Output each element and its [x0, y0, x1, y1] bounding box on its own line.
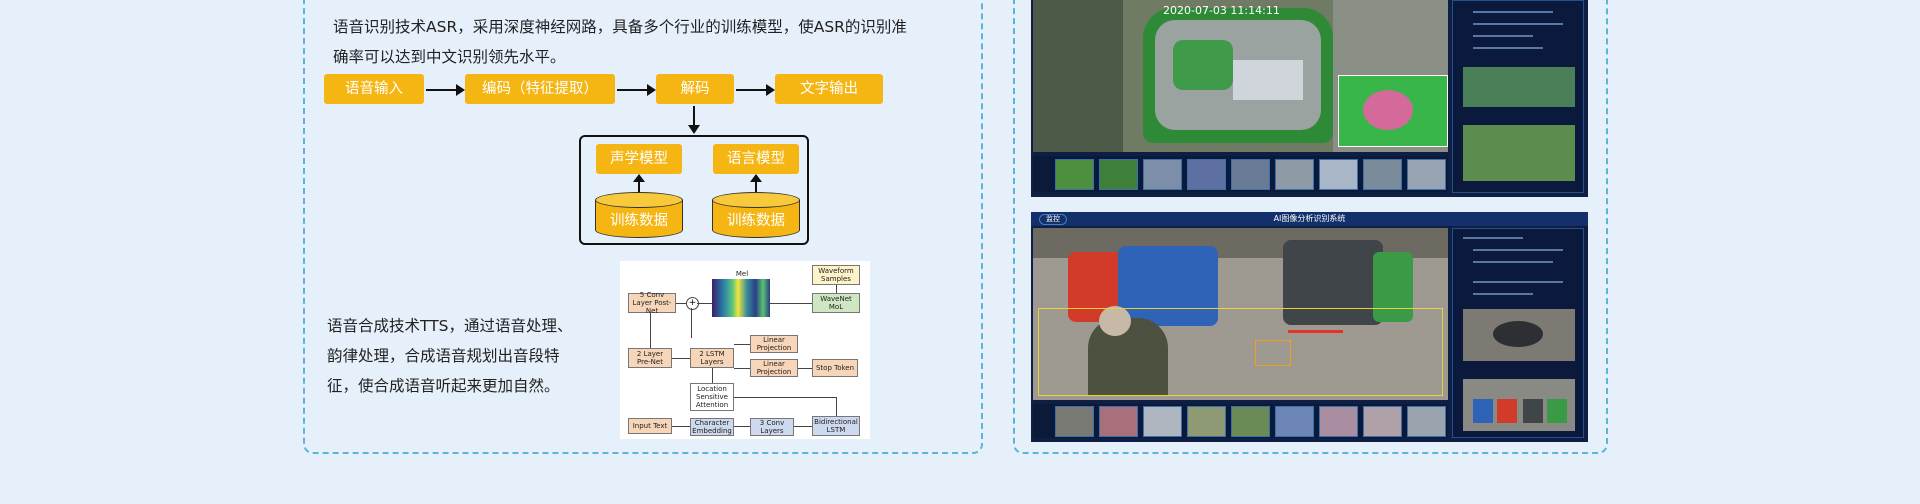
language-model: 语言模型: [713, 144, 799, 174]
bottom-monitor-screenshot: AI图像分析识别系统 监控: [1031, 212, 1588, 442]
up-arrow: [633, 174, 645, 192]
step-decoding: 解码: [656, 74, 734, 104]
linear-projection-box-2: Linear Projection: [750, 359, 798, 377]
postnet-box: 5 Conv Layer Post-Net: [628, 291, 676, 315]
wavenet-box: WaveNet MoL: [812, 293, 860, 313]
up-arrow: [750, 174, 762, 192]
input-text-box: Input Text: [628, 418, 672, 434]
conv-layers-box: 3 Conv Layers: [750, 418, 794, 436]
training-data-cylinder: 训练数据: [595, 192, 683, 240]
tts-description-line3: 征，使合成语音听起来更加自然。: [327, 377, 560, 395]
step-text-output: 文字输出: [775, 74, 883, 104]
tts-description-line1: 语音合成技术TTS，通过语音处理、: [327, 317, 573, 335]
top-monitor-screenshot: 2020-07-03 11:14:11: [1031, 0, 1588, 197]
stop-token-box: Stop Token: [812, 359, 858, 377]
mel-spectrogram-image: [712, 279, 770, 317]
thumbnail-strip: [1033, 156, 1448, 192]
linear-projection-box: Linear Projection: [750, 335, 798, 353]
attention-box: Location Sensitive Attention: [690, 383, 734, 411]
detection-sidebar: [1452, 228, 1584, 438]
waveform-samples-box: Waveform Samples: [812, 265, 860, 285]
tts-architecture-diagram: Mel Spectrogram Waveform Samples WaveNet…: [620, 261, 870, 439]
prenet-box: 2 Layer Pre-Net: [628, 348, 672, 368]
flow-arrow: [736, 84, 775, 96]
acoustic-model: 声学模型: [596, 144, 682, 174]
decode-down-arrow: [688, 106, 700, 134]
system-header: AI图像分析识别系统 监控: [1031, 212, 1588, 226]
bidirectional-lstm-box: Bidirectional LSTM: [812, 416, 860, 436]
camera-view-bins: [1033, 228, 1448, 400]
character-embedding-box: Character Embedding: [690, 418, 734, 436]
lstm-box: 2 LSTM Layers: [690, 348, 734, 368]
system-title: AI图像分析识别系统: [1273, 214, 1346, 223]
info-sidebar: [1452, 0, 1584, 193]
camera-view: 2020-07-03 11:14:11: [1033, 0, 1448, 152]
thumbnail-strip: [1033, 404, 1448, 438]
flow-arrow: [617, 84, 656, 96]
training-data-label: 训练数据: [727, 213, 785, 229]
asr-description-line2: 确率可以达到中文识别领先水平。: [333, 48, 566, 66]
monitor-tag[interactable]: 监控: [1039, 214, 1067, 225]
asr-description-line1: 语音识别技术ASR，采用深度神经网路，具备多个行业的训练模型，使ASR的识别准: [333, 18, 907, 36]
step-encoding: 编码（特征提取）: [465, 74, 615, 104]
training-data-cylinder: 训练数据: [712, 192, 800, 240]
tts-description-line2: 韵律处理，合成语音规划出音段特: [327, 347, 560, 365]
step-speech-input: 语音输入: [324, 74, 424, 104]
training-data-label: 训练数据: [610, 213, 668, 229]
flow-arrow: [426, 84, 465, 96]
camera-timestamp: 2020-07-03 11:14:11: [1163, 4, 1280, 17]
